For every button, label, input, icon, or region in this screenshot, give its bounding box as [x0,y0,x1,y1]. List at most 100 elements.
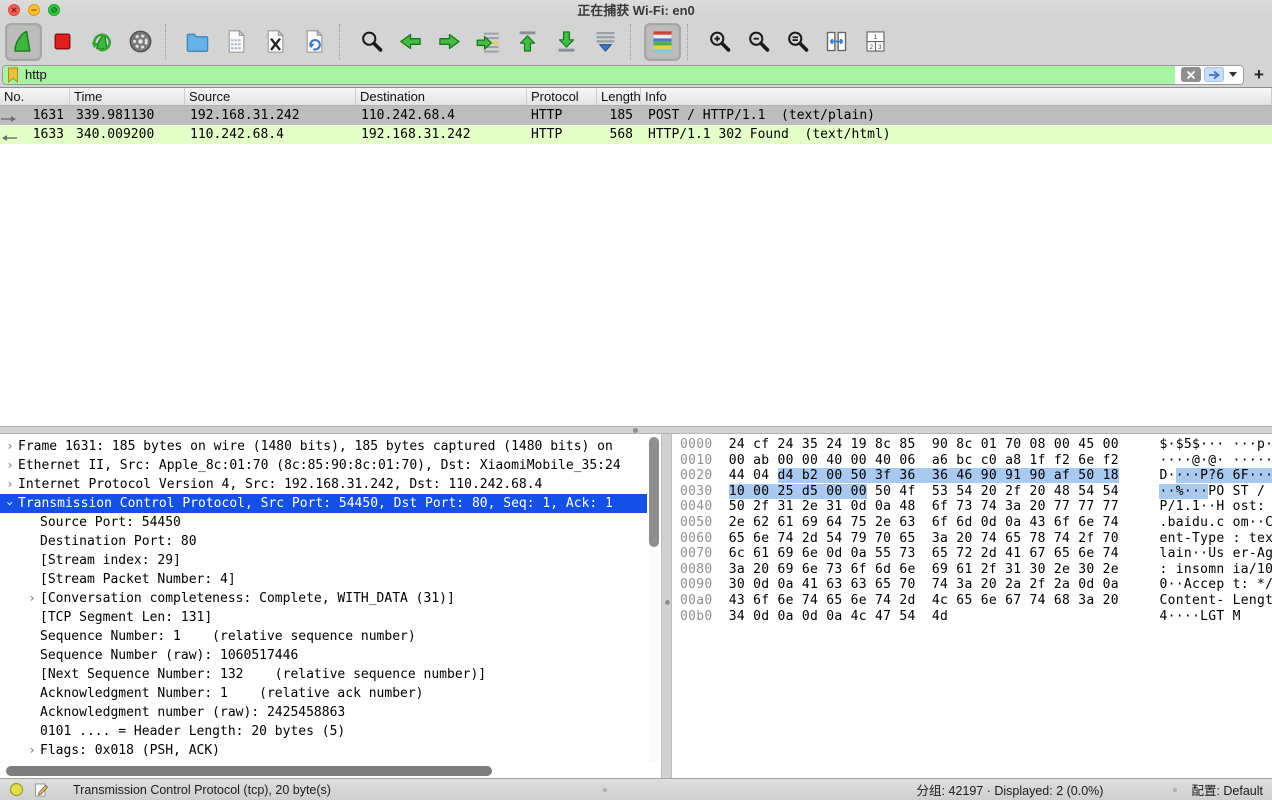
magnifier-icon [358,28,385,55]
filter-clear-button[interactable] [1181,67,1201,82]
display-filter-field[interactable]: http [2,65,1244,85]
filter-history-caret[interactable] [1229,72,1237,77]
filter-add-button[interactable]: + [1251,67,1267,83]
stop-capture-button[interactable] [44,23,81,61]
hex-bytes: 43 6f 6e 74 65 6e 74 2d 4c 65 6e 67 74 6… [729,593,1160,608]
detail-line[interactable]: ›Internet Protocol Version 4, Src: 192.1… [0,475,647,494]
packet-row[interactable]: 1633340.009200110.242.68.4192.168.31.242… [0,125,1272,144]
scrollbar-thumb[interactable] [649,437,659,547]
display-filter-input[interactable]: http [23,67,1175,82]
hex-row[interactable]: 0000 24 cf 24 35 24 19 8c 85 90 8c 01 70… [680,437,1272,453]
hex-row[interactable]: 0040 50 2f 31 2e 31 0d 0a 48 6f 73 74 3a… [680,499,1272,515]
expert-info-button[interactable] [9,782,24,797]
hex-row[interactable]: 0010 00 ab 00 00 40 00 40 06 a6 bc c0 a8… [680,453,1272,469]
zoom-in-button[interactable] [701,23,738,61]
detail-line[interactable]: [TCP Segment Len: 131] [0,608,647,627]
resize-columns-button[interactable] [818,23,855,61]
expander-spacer [24,513,40,532]
detail-line[interactable]: Source Port: 54450 [0,513,647,532]
layout-panes-button[interactable]: 123 [857,23,894,61]
details-vertical-scrollbar[interactable] [649,436,659,762]
expert-status-icon [9,782,24,797]
expander-closed-icon[interactable]: › [24,589,40,608]
filter-bookmark-icon[interactable] [3,67,23,83]
first-packet-button[interactable] [509,23,546,61]
packet-details-tree: ›Frame 1631: 185 bytes on wire (1480 bit… [0,437,647,760]
next-packet-button[interactable] [431,23,468,61]
hex-row[interactable]: 0060 65 6e 74 2d 54 79 70 65 3a 20 74 65… [680,531,1272,547]
horizontal-splitter[interactable] [0,426,1272,434]
hex-highlight: 10 00 25 d5 00 00 [729,484,867,499]
column-header-info[interactable]: Info [641,88,1272,105]
detail-line[interactable]: [Stream Packet Number: 4] [0,570,647,589]
column-header-no[interactable]: No. [0,88,70,105]
detail-line[interactable]: Sequence Number (raw): 1060517446 [0,646,647,665]
detail-line[interactable]: ›[Conversation completeness: Complete, W… [0,589,647,608]
start-capture-button[interactable] [5,23,42,61]
expander-open-icon[interactable]: › [2,494,18,513]
filter-apply-button[interactable] [1204,67,1224,82]
hex-row[interactable]: 0030 10 00 25 d5 00 00 50 4f 53 54 20 2f… [680,484,1272,500]
detail-line[interactable]: Acknowledgment Number: 1 (relative ack n… [0,684,647,703]
hex-row[interactable]: 0090 30 0d 0a 41 63 63 65 70 74 3a 20 2a… [680,577,1272,593]
detail-line[interactable]: [Stream index: 29] [0,551,647,570]
column-header-time[interactable]: Time [70,88,185,105]
column-header-protocol[interactable]: Protocol [527,88,597,105]
packet-bytes-pane: 0000 24 cf 24 35 24 19 8c 85 90 8c 01 70… [672,434,1272,778]
detail-line[interactable]: Destination Port: 80 [0,532,647,551]
hex-row[interactable]: 0050 2e 62 61 69 64 75 2e 63 6f 6d 0d 0a… [680,515,1272,531]
hex-bytes: : insomn ia/10.0. [1159,562,1272,577]
save-file-button[interactable] [218,23,255,61]
toolbar-separator [687,24,696,60]
find-packet-button[interactable] [353,23,390,61]
detail-line[interactable]: ›Ethernet II, Src: Apple_8c:01:70 (8c:85… [0,456,647,475]
detail-line[interactable]: [Next Sequence Number: 132 (relative seq… [0,665,647,684]
toolbar-separator [339,24,348,60]
hex-row[interactable]: 0080 3a 20 69 6e 73 6f 6d 6e 69 61 2f 31… [680,562,1272,578]
hex-bytes [1119,468,1160,483]
colorize-icon [649,28,676,55]
filter-controls [1175,66,1243,84]
zoom-out-button[interactable] [740,23,777,61]
hex-row[interactable]: 00b0 34 0d 0a 0d 0a 4c 47 54 4d 4····LGT… [680,609,1272,625]
hex-row[interactable]: 0020 44 04 d4 b2 00 50 3f 36 36 46 90 91… [680,468,1272,484]
go-to-packet-button[interactable] [470,23,507,61]
previous-packet-button[interactable] [392,23,429,61]
column-header-destination[interactable]: Destination [356,88,527,105]
column-header-length[interactable]: Length [597,88,641,105]
colorize-packets-button[interactable] [644,23,681,61]
capture-comment-button[interactable] [34,782,49,797]
hex-bytes: ····@·@· ······n· [1159,453,1272,468]
restart-capture-button[interactable] [83,23,120,61]
expander-closed-icon[interactable]: › [2,475,18,494]
expander-closed-icon[interactable]: › [2,456,18,475]
last-packet-button[interactable] [548,23,585,61]
status-packet-counts: 分组: 42197 · Displayed: 2 (0.0%) [917,780,1104,799]
detail-line[interactable]: Acknowledgment number (raw): 2425458863 [0,703,647,722]
hex-row[interactable]: 00a0 43 6f 6e 74 65 6e 74 2d 4c 65 6e 67… [680,593,1272,609]
packet-rows: 1631339.981130192.168.31.242110.242.68.4… [0,106,1272,144]
hex-highlight: ··%··· [1159,484,1208,499]
zoom-original-button[interactable] [779,23,816,61]
vertical-splitter[interactable] [661,434,672,778]
detail-line[interactable]: ›Frame 1631: 185 bytes on wire (1480 bit… [0,437,647,456]
scrollbar-thumb[interactable] [6,766,492,776]
expander-closed-icon[interactable]: › [24,741,40,760]
detail-line[interactable]: Sequence Number: 1 (relative sequence nu… [0,627,647,646]
details-horizontal-scrollbar[interactable] [4,766,634,776]
detail-line[interactable]: ›Transmission Control Protocol, Src Port… [0,494,647,513]
column-header-source[interactable]: Source [185,88,356,105]
detail-text: 0101 .... = Header Length: 20 bytes (5) [40,722,345,741]
detail-line[interactable]: 0101 .... = Header Length: 20 bytes (5) [0,722,647,741]
detail-line[interactable]: ›Flags: 0x018 (PSH, ACK) [0,741,647,760]
packet-row[interactable]: 1631339.981130192.168.31.242110.242.68.4… [0,106,1272,125]
expander-closed-icon[interactable]: › [2,437,18,456]
open-file-button[interactable] [179,23,216,61]
hex-row[interactable]: 0070 6c 61 69 6e 0d 0a 55 73 65 72 2d 41… [680,546,1272,562]
capture-options-button[interactable] [122,23,159,61]
close-file-button[interactable] [257,23,294,61]
pencil-icon [34,782,49,797]
status-profile[interactable]: 配置: Default [1191,780,1263,799]
auto-scroll-button[interactable] [587,23,624,61]
reload-file-button[interactable] [296,23,333,61]
